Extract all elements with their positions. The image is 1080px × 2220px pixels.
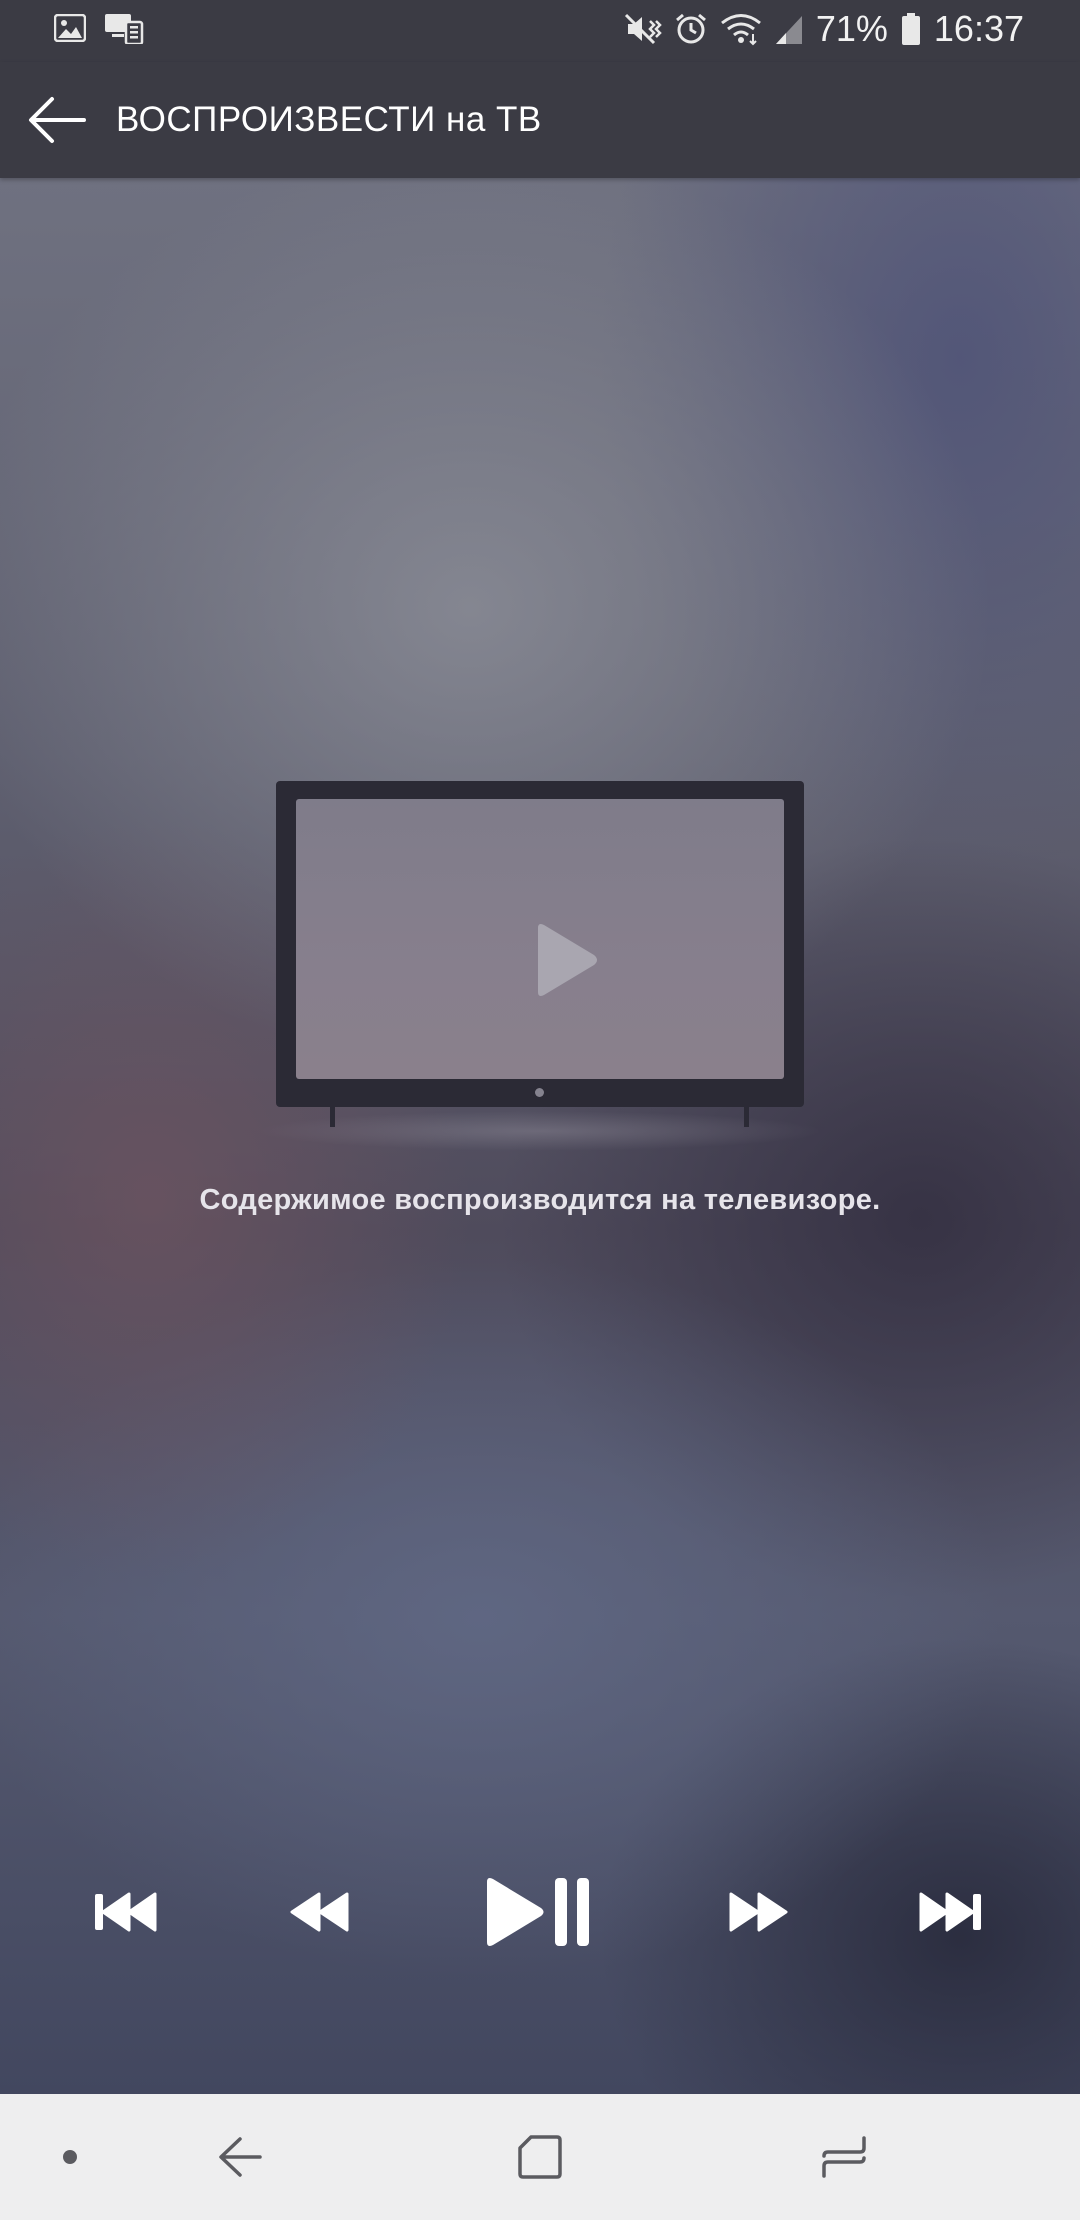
alarm-icon [674, 12, 708, 46]
dot-icon [63, 2150, 77, 2164]
play-pause-icon [487, 1878, 589, 1946]
nav-dot-button[interactable] [40, 2094, 100, 2220]
mute-vibrate-icon [624, 12, 662, 46]
play-icon [538, 924, 597, 996]
tv-leg [330, 1107, 335, 1127]
skip-next-button[interactable] [910, 1862, 990, 1962]
navigation-bar [0, 2094, 1080, 2220]
tv-icon [256, 781, 824, 1151]
play-pause-button[interactable] [478, 1862, 598, 1962]
playback-status-message: Содержимое воспроизводится на телевизоре… [199, 1184, 881, 1216]
tv-power-led [535, 1088, 544, 1097]
nav-back-button[interactable] [200, 2094, 280, 2220]
home-icon [518, 2135, 562, 2179]
wifi-icon [720, 12, 762, 46]
signal-icon [774, 12, 804, 46]
status-left-icons [54, 12, 144, 44]
nav-home-button[interactable] [500, 2094, 580, 2220]
tv-glow [256, 1111, 824, 1151]
skip-previous-button[interactable] [86, 1862, 166, 1962]
playback-controls [0, 1862, 1080, 1962]
app-bar: ВОСПРОИЗВЕСТИ на ТВ [0, 62, 1080, 178]
cast-to-tv-screen: 71% 16:37 ВОСПРОИЗВЕСТИ на ТВ Содержимое… [0, 0, 1080, 2220]
tv-leg [744, 1107, 749, 1127]
rewind-icon [290, 1892, 349, 1932]
back-button[interactable] [22, 90, 92, 150]
status-bar: 71% 16:37 [0, 0, 1080, 62]
recents-icon [822, 2136, 866, 2178]
battery-percent: 71% [815, 8, 888, 49]
skip-next-icon [919, 1892, 981, 1932]
arrow-left-icon [29, 97, 86, 143]
tv-screen [296, 799, 784, 1079]
fast-forward-button[interactable] [720, 1862, 796, 1962]
back-icon [219, 2137, 262, 2177]
image-icon [54, 14, 86, 42]
status-right-icons: 71% 16:37 [624, 8, 1024, 50]
nav-recents-button[interactable] [804, 2094, 884, 2220]
skip-previous-icon [95, 1892, 157, 1932]
main-content: Содержимое воспроизводится на телевизоре… [0, 178, 1080, 2094]
fast-forward-icon [729, 1892, 788, 1932]
cast-devices-icon [104, 12, 144, 44]
rewind-button[interactable] [282, 1862, 358, 1962]
status-time: 16:37 [933, 8, 1024, 49]
page-title: ВОСПРОИЗВЕСТИ на ТВ [116, 100, 542, 139]
battery-icon [900, 12, 922, 46]
